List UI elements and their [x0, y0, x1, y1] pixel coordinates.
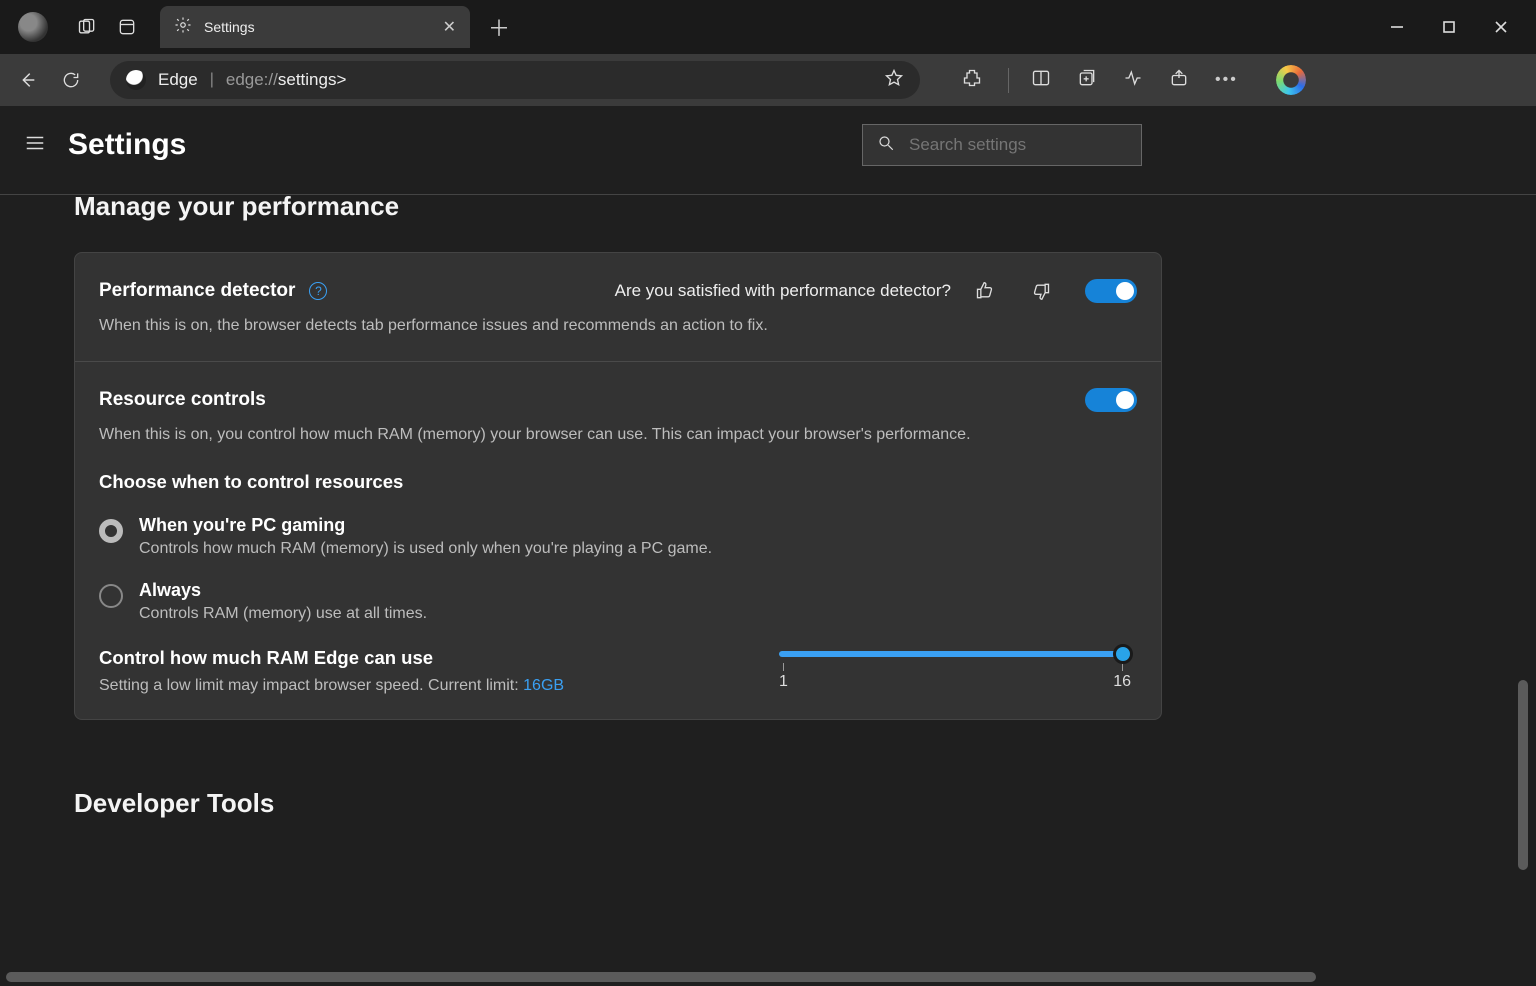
split-screen-icon[interactable]	[1008, 68, 1051, 93]
back-button[interactable]	[14, 67, 40, 93]
developer-tools-title: Developer Tools	[74, 788, 1536, 819]
ram-desc-prefix: Setting a low limit may impact browser s…	[99, 677, 523, 694]
radio-pc-gaming-desc: Controls how much RAM (memory) is used o…	[139, 540, 712, 558]
gear-icon	[174, 16, 192, 39]
url-dim: edge://	[226, 70, 278, 89]
settings-content: Manage your performance Performance dete…	[0, 191, 1536, 819]
perf-detector-toggle[interactable]	[1085, 279, 1137, 303]
page-title: Settings	[68, 128, 186, 162]
browser-tab[interactable]: Settings ✕	[160, 6, 470, 48]
radio-always-desc: Controls RAM (memory) use at all times.	[139, 605, 427, 623]
share-icon[interactable]	[1169, 68, 1189, 93]
more-button[interactable]: •••	[1215, 71, 1238, 89]
radio-button-unselected[interactable]	[99, 584, 123, 608]
resource-controls-desc: When this is on, you control how much RA…	[99, 424, 1137, 446]
slider-max: 16	[1113, 673, 1131, 691]
search-settings-box[interactable]	[862, 124, 1142, 166]
workspaces-icon[interactable]	[76, 16, 98, 38]
window-maximize-button[interactable]	[1440, 18, 1458, 36]
profile-avatar[interactable]	[18, 12, 48, 42]
resource-controls-title: Resource controls	[99, 389, 266, 411]
resource-controls-section: Resource controls When this is on, you c…	[75, 362, 1161, 718]
new-tab-button[interactable]: ＋	[488, 11, 510, 43]
refresh-button[interactable]	[58, 67, 84, 93]
thumbs-up-button[interactable]	[973, 279, 997, 303]
tab-close-button[interactable]: ✕	[443, 17, 456, 37]
search-icon	[877, 134, 895, 157]
choose-when-title: Choose when to control resources	[99, 471, 1137, 493]
radio-always[interactable]: Always Controls RAM (memory) use at all …	[99, 580, 1137, 623]
favorite-star-icon[interactable]	[884, 68, 904, 93]
radio-button-selected[interactable]	[99, 519, 123, 543]
section-title: Manage your performance	[74, 191, 1536, 222]
separator: |	[210, 71, 214, 89]
search-input[interactable]	[909, 135, 1130, 155]
copilot-icon[interactable]	[1276, 65, 1306, 95]
perf-detector-title: Performance detector	[99, 280, 295, 302]
performance-detector-section: Performance detector ? Are you satisfied…	[75, 253, 1161, 361]
radio-pc-gaming-title: When you're PC gaming	[139, 515, 712, 536]
performance-card: Performance detector ? Are you satisfied…	[74, 252, 1162, 720]
slider-thumb[interactable]	[1113, 644, 1133, 664]
performance-icon[interactable]	[1123, 68, 1143, 93]
menu-button[interactable]	[24, 132, 50, 159]
slider-track[interactable]	[779, 651, 1131, 657]
window-titlebar: Settings ✕ ＋	[0, 0, 1536, 54]
toolbar: Edge | edge://settings> •••	[0, 54, 1536, 106]
tab-overview-icon[interactable]	[116, 16, 138, 38]
extensions-icon[interactable]	[962, 68, 982, 93]
vertical-scrollbar[interactable]	[1518, 680, 1528, 870]
ram-slider[interactable]: 1 16	[779, 647, 1137, 691]
edge-logo-icon	[126, 70, 146, 90]
url-bright: settings>	[278, 70, 347, 89]
radio-pc-gaming[interactable]: When you're PC gaming Controls how much …	[99, 515, 1137, 558]
feedback-question: Are you satisfied with performance detec…	[615, 281, 951, 301]
ram-desc: Setting a low limit may impact browser s…	[99, 677, 739, 695]
window-close-button[interactable]	[1492, 18, 1510, 36]
radio-always-title: Always	[139, 580, 427, 601]
ram-title: Control how much RAM Edge can use	[99, 647, 739, 669]
ram-limit-link[interactable]: 16GB	[523, 677, 564, 694]
slider-min: 1	[779, 673, 788, 691]
url-protocol-label: Edge	[158, 70, 198, 90]
collections-icon[interactable]	[1077, 68, 1097, 93]
window-minimize-button[interactable]	[1388, 18, 1406, 36]
address-bar[interactable]: Edge | edge://settings>	[110, 61, 920, 99]
horizontal-scrollbar[interactable]	[6, 972, 1316, 982]
resource-controls-toggle[interactable]	[1085, 388, 1137, 412]
info-icon[interactable]: ?	[309, 282, 327, 300]
thumbs-down-button[interactable]	[1029, 279, 1053, 303]
perf-detector-desc: When this is on, the browser detects tab…	[99, 315, 1137, 337]
tab-title: Settings	[204, 19, 431, 35]
ram-control-row: Control how much RAM Edge can use Settin…	[99, 647, 1137, 695]
settings-header: Settings	[0, 106, 1536, 194]
